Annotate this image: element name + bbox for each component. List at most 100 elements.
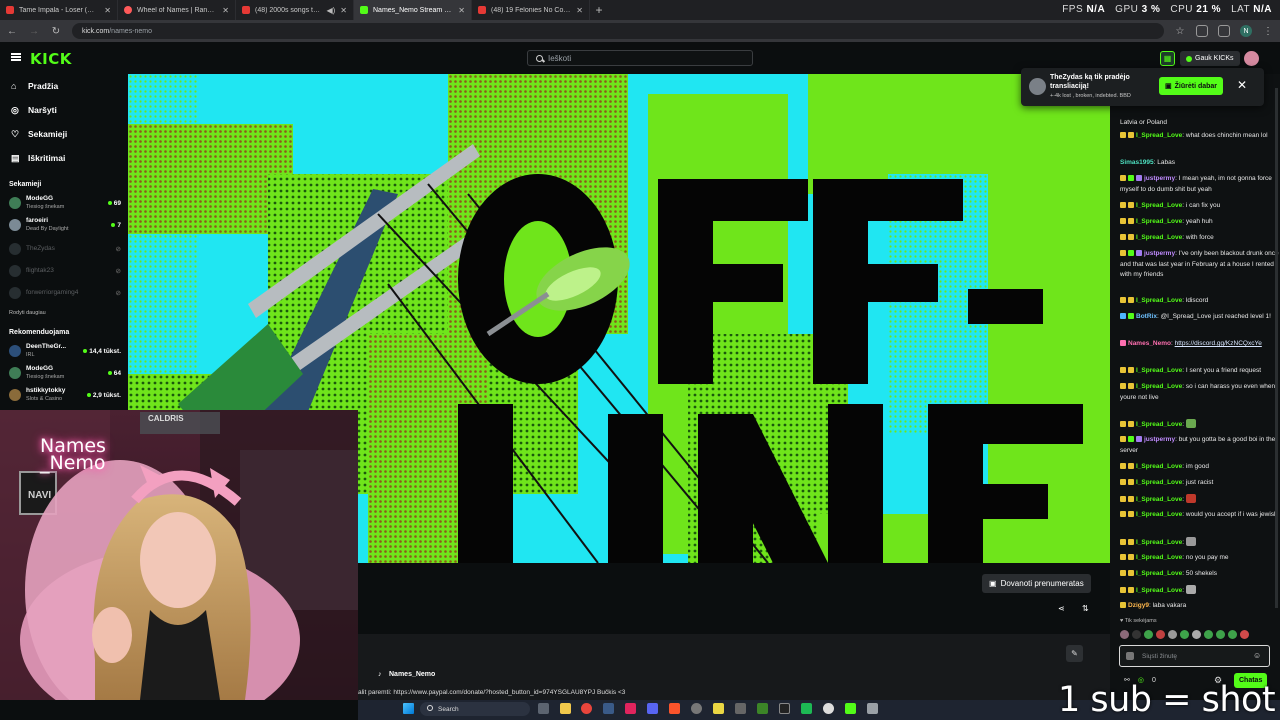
chat-username[interactable]: BotRix [1136,313,1157,320]
following-channel-offline[interactable]: forwerriorgaming4 ⊘ [9,284,121,302]
close-icon[interactable]: ✕ [1237,78,1247,92]
chat-text[interactable]: https://discord.gg/KzNCQxcYe [1175,340,1262,347]
chat-username[interactable]: I_Spread_Love [1136,496,1182,503]
browser-tab[interactable]: (48) 19 Felonies No Conviction ✕ [472,0,590,20]
steam-icon[interactable] [603,703,614,714]
following-channel[interactable]: ModeGG Tiesiog šnekam 69 [9,194,121,212]
new-tab-button[interactable]: + [590,3,608,17]
emote-row[interactable] [1120,630,1270,642]
chat-username[interactable]: Names_Nemo [1128,340,1171,347]
about-streamer-name[interactable]: Names_Nemo [389,671,435,678]
chat-username[interactable]: Simas1995 [1120,159,1154,166]
search-input[interactable]: Ieškoti [527,50,753,66]
emote-icon[interactable] [1156,630,1165,639]
forward-icon[interactable]: → [28,26,40,37]
more-options-icon[interactable]: ⇅ [1082,604,1089,613]
sidebar-item-browse[interactable]: ◎ Naršyti [11,105,57,115]
chat-username[interactable]: I_Spread_Love [1136,202,1182,209]
browser-tab[interactable]: Wheel of Names | Random nam ✕ [118,0,236,20]
bookmark-star-icon[interactable]: ☆ [1174,26,1186,37]
chat-username[interactable]: I_Spread_Love [1136,570,1182,577]
following-channel[interactable]: faroeiri Dead By Daylight 7 [9,216,121,234]
chat-username[interactable]: I_Spread_Love [1136,511,1182,518]
edit-pencil-icon[interactable]: ✎ [1066,645,1083,662]
chrome-icon[interactable] [581,703,592,714]
chat-username[interactable]: I_Spread_Love [1136,367,1182,374]
chat-input[interactable]: Siųsti žinutę [1119,645,1270,667]
share-icon[interactable]: ⋖ [1058,604,1065,613]
profile-avatar[interactable]: N [1240,25,1252,37]
emote-icon[interactable] [1132,630,1141,639]
chat-username[interactable]: I_Spread_Love [1136,383,1182,390]
hamburger-menu-icon[interactable] [11,53,21,61]
tiktok-app-icon[interactable] [625,703,636,714]
chat-username[interactable]: I_Spread_Love [1136,132,1182,139]
emoji-icon[interactable]: ☺ [1253,651,1261,660]
back-icon[interactable]: ← [6,26,18,37]
gift-subscriptions-button[interactable]: ▣ Dovanoti prenumeratas [982,574,1091,593]
close-tab-icon[interactable]: ✕ [340,6,347,15]
emote-icon[interactable] [1228,630,1237,639]
live-notification[interactable]: TheZydas ką tik pradėjo transliaciją! +-… [1021,68,1264,106]
recommended-channel[interactable]: DeenTheGr... IRL 14,4 tūkst. [9,342,121,360]
downloads-icon[interactable] [1218,25,1230,37]
chat-username[interactable]: I_Spread_Love [1136,218,1182,225]
tiktok-icon[interactable]: ♪ [378,671,382,678]
emote-icon[interactable] [1144,630,1153,639]
emote-icon[interactable] [1240,630,1249,639]
sidebar-item-home[interactable]: ⌂ Pradžia [11,81,58,91]
emote-icon[interactable] [1204,630,1213,639]
recommended-channel[interactable]: hstikkytokky Slots & Casino 2,9 tūkst. [9,386,121,404]
obs-icon[interactable] [691,703,702,714]
recommended-channel[interactable]: ModeGG Tiesiog šnekam 64 [9,364,121,382]
kick-points-icon[interactable]: ▦ [1160,51,1175,66]
notes-icon[interactable] [713,703,724,714]
chat-scrollbar[interactable] [1275,88,1278,608]
chat-badge-icon[interactable] [1126,652,1134,660]
file-explorer-icon[interactable] [560,703,571,714]
close-tab-icon[interactable]: ✕ [222,6,229,15]
audio-icon[interactable]: ◀) [326,6,335,15]
reload-icon[interactable]: ↻ [50,26,62,37]
chat-username[interactable]: I_Spread_Love [1136,539,1182,546]
get-kicks-button[interactable]: Gauk KICKs [1180,51,1240,66]
kick-logo[interactable]: KICK [30,50,72,68]
discord-icon[interactable] [647,703,658,714]
task-view-icon[interactable] [538,703,549,714]
browser-tab-active[interactable]: Names_Nemo Stream - Watch ✕ [354,0,472,20]
chat-username[interactable]: I_Spread_Love [1136,554,1182,561]
following-channel-offline[interactable]: flightak23 ⊘ [9,262,121,280]
chat-username[interactable]: justpermy [1144,175,1175,182]
settings-app-icon[interactable] [867,703,878,714]
address-bar[interactable]: kick.com/names-nemo [72,23,1164,39]
following-channel-offline[interactable]: TheZydas ⊘ [9,240,121,258]
sidebar-item-following[interactable]: ♡ Sekamieji [11,129,67,139]
chat-username[interactable]: I_Spread_Love [1136,234,1182,241]
kick-app-icon[interactable] [845,703,856,714]
close-tab-icon[interactable]: ✕ [458,6,465,15]
browser-menu-icon[interactable]: ⋮ [1262,26,1274,37]
emote-icon[interactable] [1168,630,1177,639]
chat-username[interactable]: I_Spread_Love [1136,587,1182,594]
emote-icon[interactable] [1192,630,1201,639]
chat-username[interactable]: justpermy [1144,436,1175,443]
app-icon[interactable] [735,703,746,714]
close-tab-icon[interactable]: ✕ [576,6,583,15]
browser-tab[interactable]: (48) 2000s songs to boost ◀) ✕ [236,0,354,20]
minecraft-icon[interactable] [757,703,768,714]
browser-tab[interactable]: Tame Impala - Loser (Official Vi ✕ [0,0,118,20]
chat-username[interactable]: I_Spread_Love [1136,421,1182,428]
emote-icon[interactable] [1180,630,1189,639]
close-tab-icon[interactable]: ✕ [104,6,111,15]
windows-start-icon[interactable] [403,703,414,714]
taskbar-search[interactable]: Search [420,702,530,716]
show-more-link[interactable]: Rodyti daugiau [9,310,46,316]
user-avatar[interactable] [1244,51,1259,66]
watch-now-button[interactable]: ▣ Žiūrėti dabar [1159,77,1224,95]
epic-games-icon[interactable] [779,703,790,714]
brave-icon[interactable] [669,703,680,714]
chat-username[interactable]: I_Spread_Love [1136,297,1182,304]
chat-username[interactable]: I_Spread_Love [1136,463,1182,470]
extensions-icon[interactable] [1196,25,1208,37]
chat-username[interactable]: I_Spread_Love [1136,479,1182,486]
